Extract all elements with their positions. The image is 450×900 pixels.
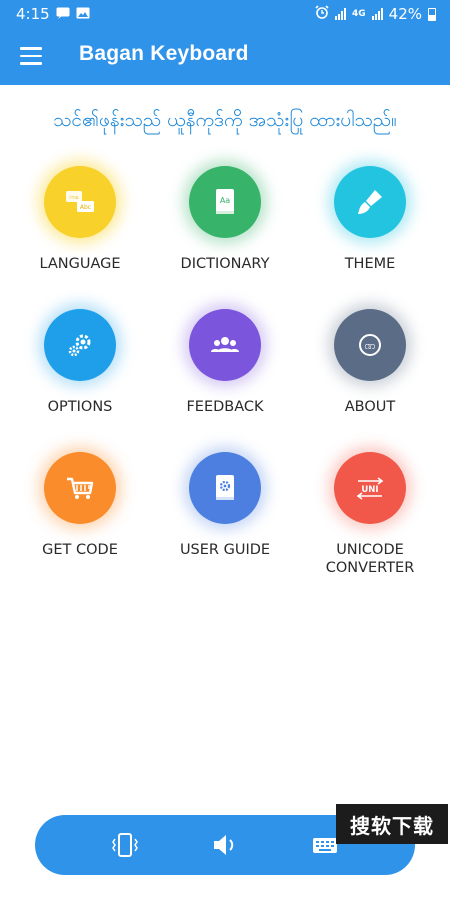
about-icon: ဏ [359, 334, 381, 356]
message-icon [56, 5, 70, 23]
svg-text:ကခ: ကခ [69, 194, 78, 201]
app-bar: Bagan Keyboard [0, 28, 450, 85]
status-bar: 4:15 4G 42% [0, 0, 450, 28]
tile-get-code-label: GET CODE [42, 542, 118, 558]
tile-dictionary-circle: Aa [189, 166, 261, 238]
tile-get-code[interactable]: GET CODE [5, 452, 155, 582]
guide-book-icon [216, 475, 234, 500]
gears-icon [68, 334, 91, 357]
gallery-icon [76, 5, 90, 23]
unicode-status-text: သင်၏ဖုန်းသည် ယူနီကုဒ်ကို အသုံးပြု ထားပါသ… [53, 109, 397, 131]
tile-unicode-converter-label: UNICODE CONVERTER [325, 542, 415, 576]
svg-text:ဏ: ဏ [364, 339, 375, 352]
tile-about-circle: ဏ [334, 309, 406, 381]
app-title: Bagan Keyboard [79, 42, 249, 65]
tile-dictionary-label: DICTIONARY [180, 256, 270, 272]
users-icon [211, 337, 239, 352]
signal-icon [335, 8, 346, 20]
battery-icon [428, 7, 436, 21]
alarm-icon [315, 5, 329, 23]
tile-theme-label: THEME [344, 256, 396, 272]
tile-theme-circle [334, 166, 406, 238]
tile-language-label: LANGUAGE [39, 256, 121, 272]
svg-text:Abc: Abc [80, 204, 91, 211]
tile-feedback-label: FEEDBACK [186, 399, 264, 415]
tile-unicode-converter[interactable]: UNI UNICODE CONVERTER [295, 452, 445, 582]
tile-feedback-circle [189, 309, 261, 381]
tile-about-label: ABOUT [344, 399, 396, 415]
dictionary-icon: Aa [216, 189, 234, 214]
tile-theme[interactable]: THEME [295, 166, 445, 296]
language-icon: ကခ Abc [66, 191, 94, 212]
tile-feedback[interactable]: FEEDBACK [150, 309, 300, 439]
svg-text:Aa: Aa [220, 196, 230, 205]
tile-user-guide-circle [189, 452, 261, 524]
tile-dictionary[interactable]: Aa DICTIONARY [150, 166, 300, 296]
tile-language[interactable]: ကခ Abc LANGUAGE [5, 166, 155, 296]
battery-percent: 42% [388, 5, 422, 23]
sound-button[interactable] [207, 827, 243, 863]
brush-icon [358, 190, 382, 214]
cart-icon [67, 477, 94, 499]
vibration-icon [112, 833, 138, 857]
tile-options-label: OPTIONS [47, 399, 113, 415]
sound-icon [214, 835, 234, 855]
menu-icon[interactable] [20, 47, 42, 65]
converter-icon: UNI [356, 477, 384, 500]
tile-user-guide[interactable]: USER GUIDE [150, 452, 300, 582]
network-type: 4G [352, 9, 366, 19]
vibration-button[interactable] [107, 827, 143, 863]
tile-user-guide-label: USER GUIDE [179, 542, 271, 558]
watermark: 搜软下载 [336, 804, 448, 844]
tile-about[interactable]: ဏ ABOUT [295, 309, 445, 439]
tile-language-circle: ကခ Abc [44, 166, 116, 238]
tile-get-code-circle [44, 452, 116, 524]
status-time: 4:15 [16, 5, 50, 23]
signal-icon-2 [371, 8, 383, 20]
tile-unicode-converter-circle: UNI [334, 452, 406, 524]
svg-text:UNI: UNI [361, 485, 378, 495]
tile-options-circle [44, 309, 116, 381]
tile-options[interactable]: OPTIONS [5, 309, 155, 439]
